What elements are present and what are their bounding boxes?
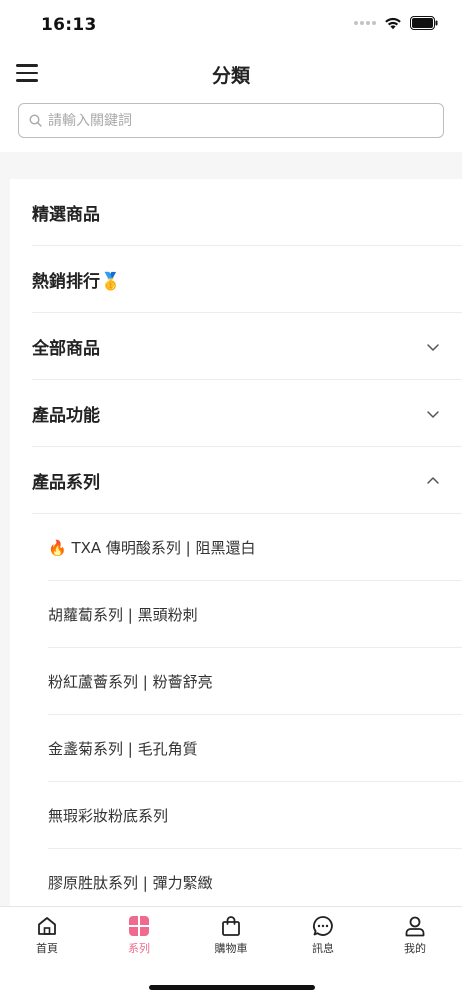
series-label: 胡蘿蔔系列 | 黑頭粉刺 bbox=[48, 606, 198, 624]
tab-cart[interactable]: 購物車 bbox=[185, 915, 277, 956]
search-icon bbox=[29, 114, 42, 127]
status-icons bbox=[354, 16, 438, 30]
series-item[interactable]: 無瑕彩妝粉底系列 bbox=[10, 782, 462, 849]
home-indicator bbox=[149, 985, 315, 990]
user-icon bbox=[405, 916, 425, 937]
content-area: 精選商品 熱銷排行🥇 全部商品 產品功能 產品系列 🔥 TXA 傳明酸系列 | … bbox=[0, 152, 462, 906]
grid-icon bbox=[129, 916, 149, 936]
tab-label: 訊息 bbox=[312, 942, 334, 955]
tab-label: 系列 bbox=[128, 942, 150, 955]
category-label: 全部商品 bbox=[32, 339, 100, 359]
chevron-down-icon bbox=[427, 410, 439, 418]
series-label: 膠原胜肽系列 | 彈力緊緻 bbox=[48, 874, 213, 892]
search-input[interactable] bbox=[48, 112, 428, 129]
shopping-bag-icon bbox=[222, 916, 240, 936]
header: 分類 bbox=[0, 52, 462, 96]
tab-label: 購物車 bbox=[214, 942, 248, 955]
category-bestsellers[interactable]: 熱銷排行🥇 bbox=[10, 246, 462, 313]
category-product-function[interactable]: 產品功能 bbox=[10, 380, 462, 447]
category-label: 熱銷排行🥇 bbox=[32, 272, 122, 292]
series-item[interactable]: 🔥 TXA 傳明酸系列 | 阻黑還白 bbox=[10, 514, 462, 581]
tab-label: 我的 bbox=[404, 942, 426, 955]
category-product-series[interactable]: 產品系列 bbox=[10, 447, 462, 514]
category-featured[interactable]: 精選商品 bbox=[10, 179, 462, 246]
tab-profile[interactable]: 我的 bbox=[369, 915, 461, 956]
series-item[interactable]: 金盞菊系列 | 毛孔角質 bbox=[10, 715, 462, 782]
tab-series[interactable]: 系列 bbox=[93, 915, 185, 956]
tab-messages[interactable]: 訊息 bbox=[277, 915, 369, 956]
series-label: 金盞菊系列 | 毛孔角質 bbox=[48, 740, 198, 758]
status-time: 16:13 bbox=[41, 15, 97, 35]
series-item[interactable]: 膠原胜肽系列 | 彈力緊緻 bbox=[10, 849, 462, 906]
tab-label: 首頁 bbox=[36, 942, 58, 955]
series-label: 粉紅蘆薈系列 | 粉薈舒亮 bbox=[48, 673, 213, 691]
battery-icon bbox=[410, 16, 438, 30]
series-label: 🔥 TXA 傳明酸系列 | 阻黑還白 bbox=[48, 539, 256, 557]
series-item[interactable]: 粉紅蘆薈系列 | 粉薈舒亮 bbox=[10, 648, 462, 715]
chevron-up-icon bbox=[427, 476, 439, 484]
series-item[interactable]: 胡蘿蔔系列 | 黑頭粉刺 bbox=[10, 581, 462, 648]
search-box[interactable] bbox=[18, 103, 444, 138]
category-label: 精選商品 bbox=[32, 205, 100, 225]
category-all-products[interactable]: 全部商品 bbox=[10, 313, 462, 380]
page-title: 分類 bbox=[211, 65, 250, 87]
category-label: 產品功能 bbox=[32, 406, 100, 426]
status-bar: 16:13 bbox=[0, 0, 462, 50]
chat-icon bbox=[313, 916, 333, 936]
category-label: 產品系列 bbox=[32, 473, 100, 493]
tab-home[interactable]: 首頁 bbox=[1, 915, 93, 956]
series-label: 無瑕彩妝粉底系列 bbox=[48, 807, 169, 825]
chevron-down-icon bbox=[427, 343, 439, 351]
home-icon bbox=[38, 917, 56, 935]
wifi-icon bbox=[385, 17, 401, 30]
category-list: 精選商品 熱銷排行🥇 全部商品 產品功能 產品系列 🔥 TXA 傳明酸系列 | … bbox=[10, 179, 462, 906]
cellular-signal-icon bbox=[354, 21, 376, 25]
